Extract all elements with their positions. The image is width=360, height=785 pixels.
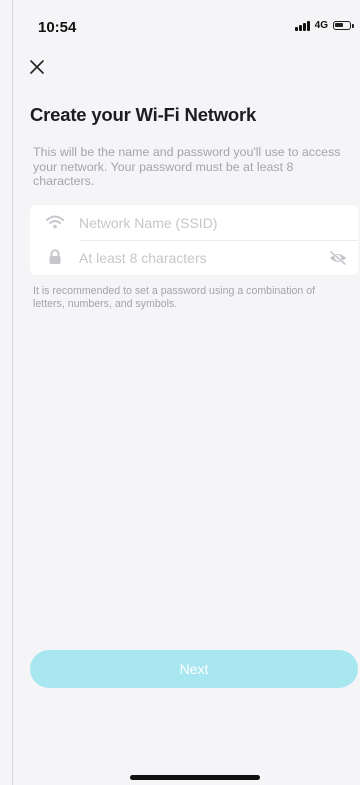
password-input[interactable]: [79, 247, 319, 269]
wifi-icon: [46, 213, 64, 231]
battery-tip: [352, 23, 354, 28]
app-screen: 10:54 4G Create your Wi-Fi Network This …: [0, 0, 360, 785]
lock-icon: [46, 248, 64, 266]
screen-edge: [12, 0, 13, 785]
next-button[interactable]: Next: [30, 650, 358, 688]
ssid-field-row: [30, 205, 358, 240]
page-title: Create your Wi-Fi Network: [30, 104, 257, 125]
eye-slash-icon: [329, 250, 347, 266]
ssid-input[interactable]: [79, 212, 319, 234]
password-visibility-toggle[interactable]: [328, 248, 348, 268]
close-icon: [30, 60, 44, 74]
status-time: 10:54: [38, 19, 77, 36]
signal-icon: [294, 20, 310, 31]
status-bar: 10:54 4G: [0, 0, 360, 40]
network-type: 4G: [314, 20, 328, 31]
network-form: [30, 205, 358, 275]
home-indicator: [130, 775, 260, 780]
battery-icon: [333, 21, 351, 30]
password-field-row: [30, 240, 358, 275]
page-description: This will be the name and password you'l…: [33, 145, 341, 188]
password-hint: It is recommended to set a password usin…: [33, 285, 316, 310]
close-button[interactable]: [26, 56, 48, 78]
status-indicators: 4G: [294, 20, 354, 31]
